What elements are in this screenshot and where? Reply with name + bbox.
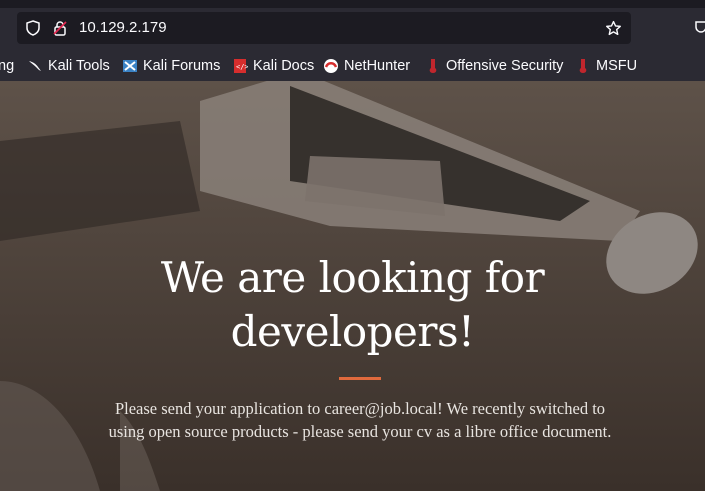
bookmarks-toolbar: ng Kali Tools Kali Forums </> Kali Docs — [0, 52, 705, 78]
bookmark-star-icon[interactable] — [605, 20, 622, 37]
bookmark-kali-tools[interactable]: Kali Tools — [27, 56, 110, 76]
bookmark-label: Kali Docs — [253, 58, 315, 74]
bookmark-label: NetHunter — [344, 58, 411, 74]
browser-toolbar: 10.129.2.179 ng Kali Tools Kali Forums <… — [0, 0, 705, 81]
hero-title-line2: developers! — [230, 307, 475, 356]
hero-title: We are looking for developers! — [0, 251, 705, 359]
hero-subtitle: Please send your application to career@j… — [60, 397, 660, 443]
nethunter-icon — [324, 59, 338, 73]
insecure-lock-icon[interactable] — [52, 20, 68, 36]
bookmark-label: ng — [0, 58, 15, 74]
hero-subtitle-line2: using open source products - please send… — [108, 422, 612, 441]
hero-title-line1: We are looking for — [160, 253, 545, 302]
offsec-icon — [429, 59, 437, 73]
tab-strip — [0, 0, 705, 8]
bookmark-nethunter[interactable]: NetHunter — [323, 56, 410, 76]
bookmark-label: MSFU — [596, 58, 638, 74]
msfu-icon — [579, 59, 587, 73]
kali-forums-icon — [123, 60, 137, 72]
hero-section: We are looking for developers! Please se… — [0, 81, 705, 491]
svg-text:</>: </> — [236, 63, 248, 71]
bookmark-msfu[interactable]: MSFU — [575, 56, 637, 76]
bookmark-partial[interactable]: ng — [0, 56, 14, 76]
kali-dragon-icon — [29, 61, 41, 71]
tracking-protection-shield-icon[interactable] — [25, 20, 41, 36]
bookmark-label: Kali Forums — [143, 58, 221, 74]
kali-docs-icon: </> — [234, 59, 248, 73]
bookmark-label: Kali Tools — [48, 58, 110, 74]
address-bar[interactable]: 10.129.2.179 — [17, 12, 631, 44]
bookmark-label: Offensive Security — [446, 58, 564, 74]
hero-subtitle-line1: Please send your application to career@j… — [114, 399, 606, 418]
bookmark-kali-docs[interactable]: </> Kali Docs — [232, 56, 314, 76]
accent-divider — [339, 377, 381, 380]
bookmark-offensive-security[interactable]: Offensive Security — [425, 56, 563, 76]
bookmark-kali-forums[interactable]: Kali Forums — [122, 56, 220, 76]
pocket-icon[interactable] — [694, 19, 705, 35]
url-text[interactable]: 10.129.2.179 — [79, 19, 167, 36]
